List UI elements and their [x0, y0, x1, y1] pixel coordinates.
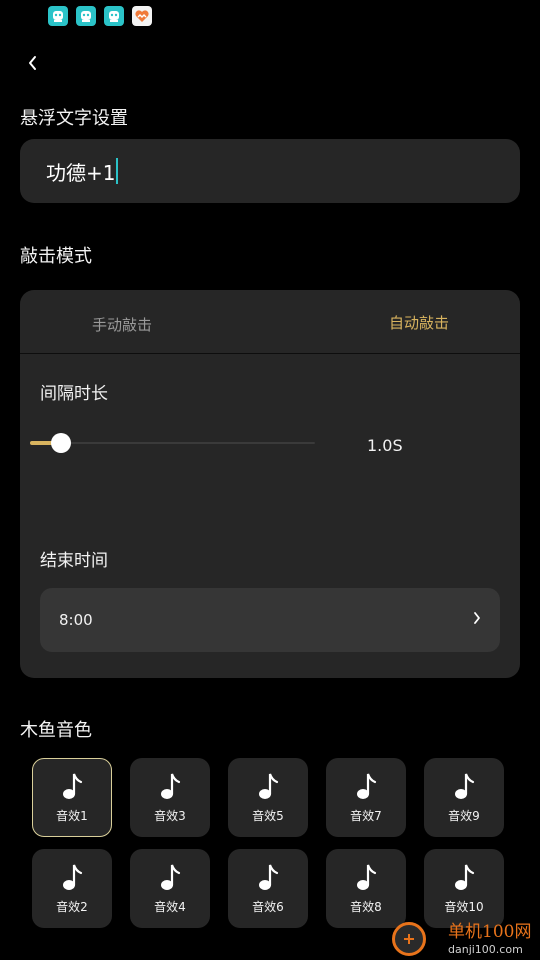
floating-text-title: 悬浮文字设置 [20, 108, 128, 129]
sound-option-label: 音效8 [350, 900, 382, 914]
watermark-url: danji100.com [448, 942, 523, 956]
interval-value: 1.0S [367, 436, 403, 455]
app-face-icon [76, 6, 96, 26]
music-note-icon [161, 864, 181, 890]
app-face-icon [104, 6, 124, 26]
music-note-icon [63, 773, 83, 799]
tap-mode-title: 敲击模式 [20, 246, 92, 267]
interval-label: 间隔时长 [40, 384, 108, 404]
status-bar [48, 6, 152, 28]
game-icon [132, 6, 152, 26]
sound-option-label: 音效10 [444, 900, 484, 914]
watermark-logo [392, 922, 426, 956]
sound-option[interactable]: 音效4 [130, 849, 210, 928]
sound-option-label: 音效3 [154, 809, 186, 823]
music-note-icon [161, 773, 181, 799]
end-time-label: 结束时间 [40, 551, 108, 571]
sound-option[interactable]: 音效1 [32, 758, 112, 837]
sound-option[interactable]: 音效6 [228, 849, 308, 928]
floating-text-input[interactable]: 功德+1 [20, 139, 520, 203]
chevron-right-icon [474, 612, 480, 624]
tab-manual-tap[interactable]: 手动敲击 [92, 314, 152, 335]
floating-text-value: 功德+1 [46, 160, 116, 185]
sound-option[interactable]: 音效9 [424, 758, 504, 837]
text-caret [116, 158, 119, 184]
sound-option[interactable]: 音效8 [326, 849, 406, 928]
tab-auto-tap[interactable]: 自动敲击 [389, 312, 449, 333]
watermark-title: 单机100网 [448, 921, 532, 942]
slider-track [30, 442, 315, 444]
tab-divider [20, 353, 520, 354]
app-face-icon [48, 6, 68, 26]
end-time-value: 8:00 [59, 611, 93, 629]
music-note-icon [357, 864, 377, 890]
sound-option-label: 音效6 [252, 900, 284, 914]
sound-option-label: 音效9 [448, 809, 480, 823]
music-note-icon [259, 773, 279, 799]
sound-option[interactable]: 音效7 [326, 758, 406, 837]
sound-option-label: 音效1 [56, 809, 88, 823]
end-time-selector[interactable]: 8:00 [40, 588, 500, 652]
back-button[interactable] [22, 52, 44, 74]
music-note-icon [357, 773, 377, 799]
sound-option[interactable]: 音效3 [130, 758, 210, 837]
sound-option[interactable]: 音效5 [228, 758, 308, 837]
music-note-icon [63, 864, 83, 890]
sound-option[interactable]: 音效10 [424, 849, 504, 928]
interval-slider[interactable] [30, 433, 315, 453]
sound-option-label: 音效2 [56, 900, 88, 914]
chevron-left-icon [29, 56, 36, 70]
music-note-icon [455, 773, 475, 799]
music-note-icon [455, 864, 475, 890]
sound-option-label: 音效4 [154, 900, 186, 914]
sound-grid: 音效1 音效3 音效5 音效7 音效9 音效2 音效4 音效6 音效8 音效10 [32, 758, 504, 928]
sound-option[interactable]: 音效2 [32, 849, 112, 928]
sound-option-label: 音效7 [350, 809, 382, 823]
site-watermark: 单机100网 danji100.com [392, 918, 540, 960]
sound-option-label: 音效5 [252, 809, 284, 823]
music-note-icon [259, 864, 279, 890]
sound-title: 木鱼音色 [20, 720, 92, 741]
